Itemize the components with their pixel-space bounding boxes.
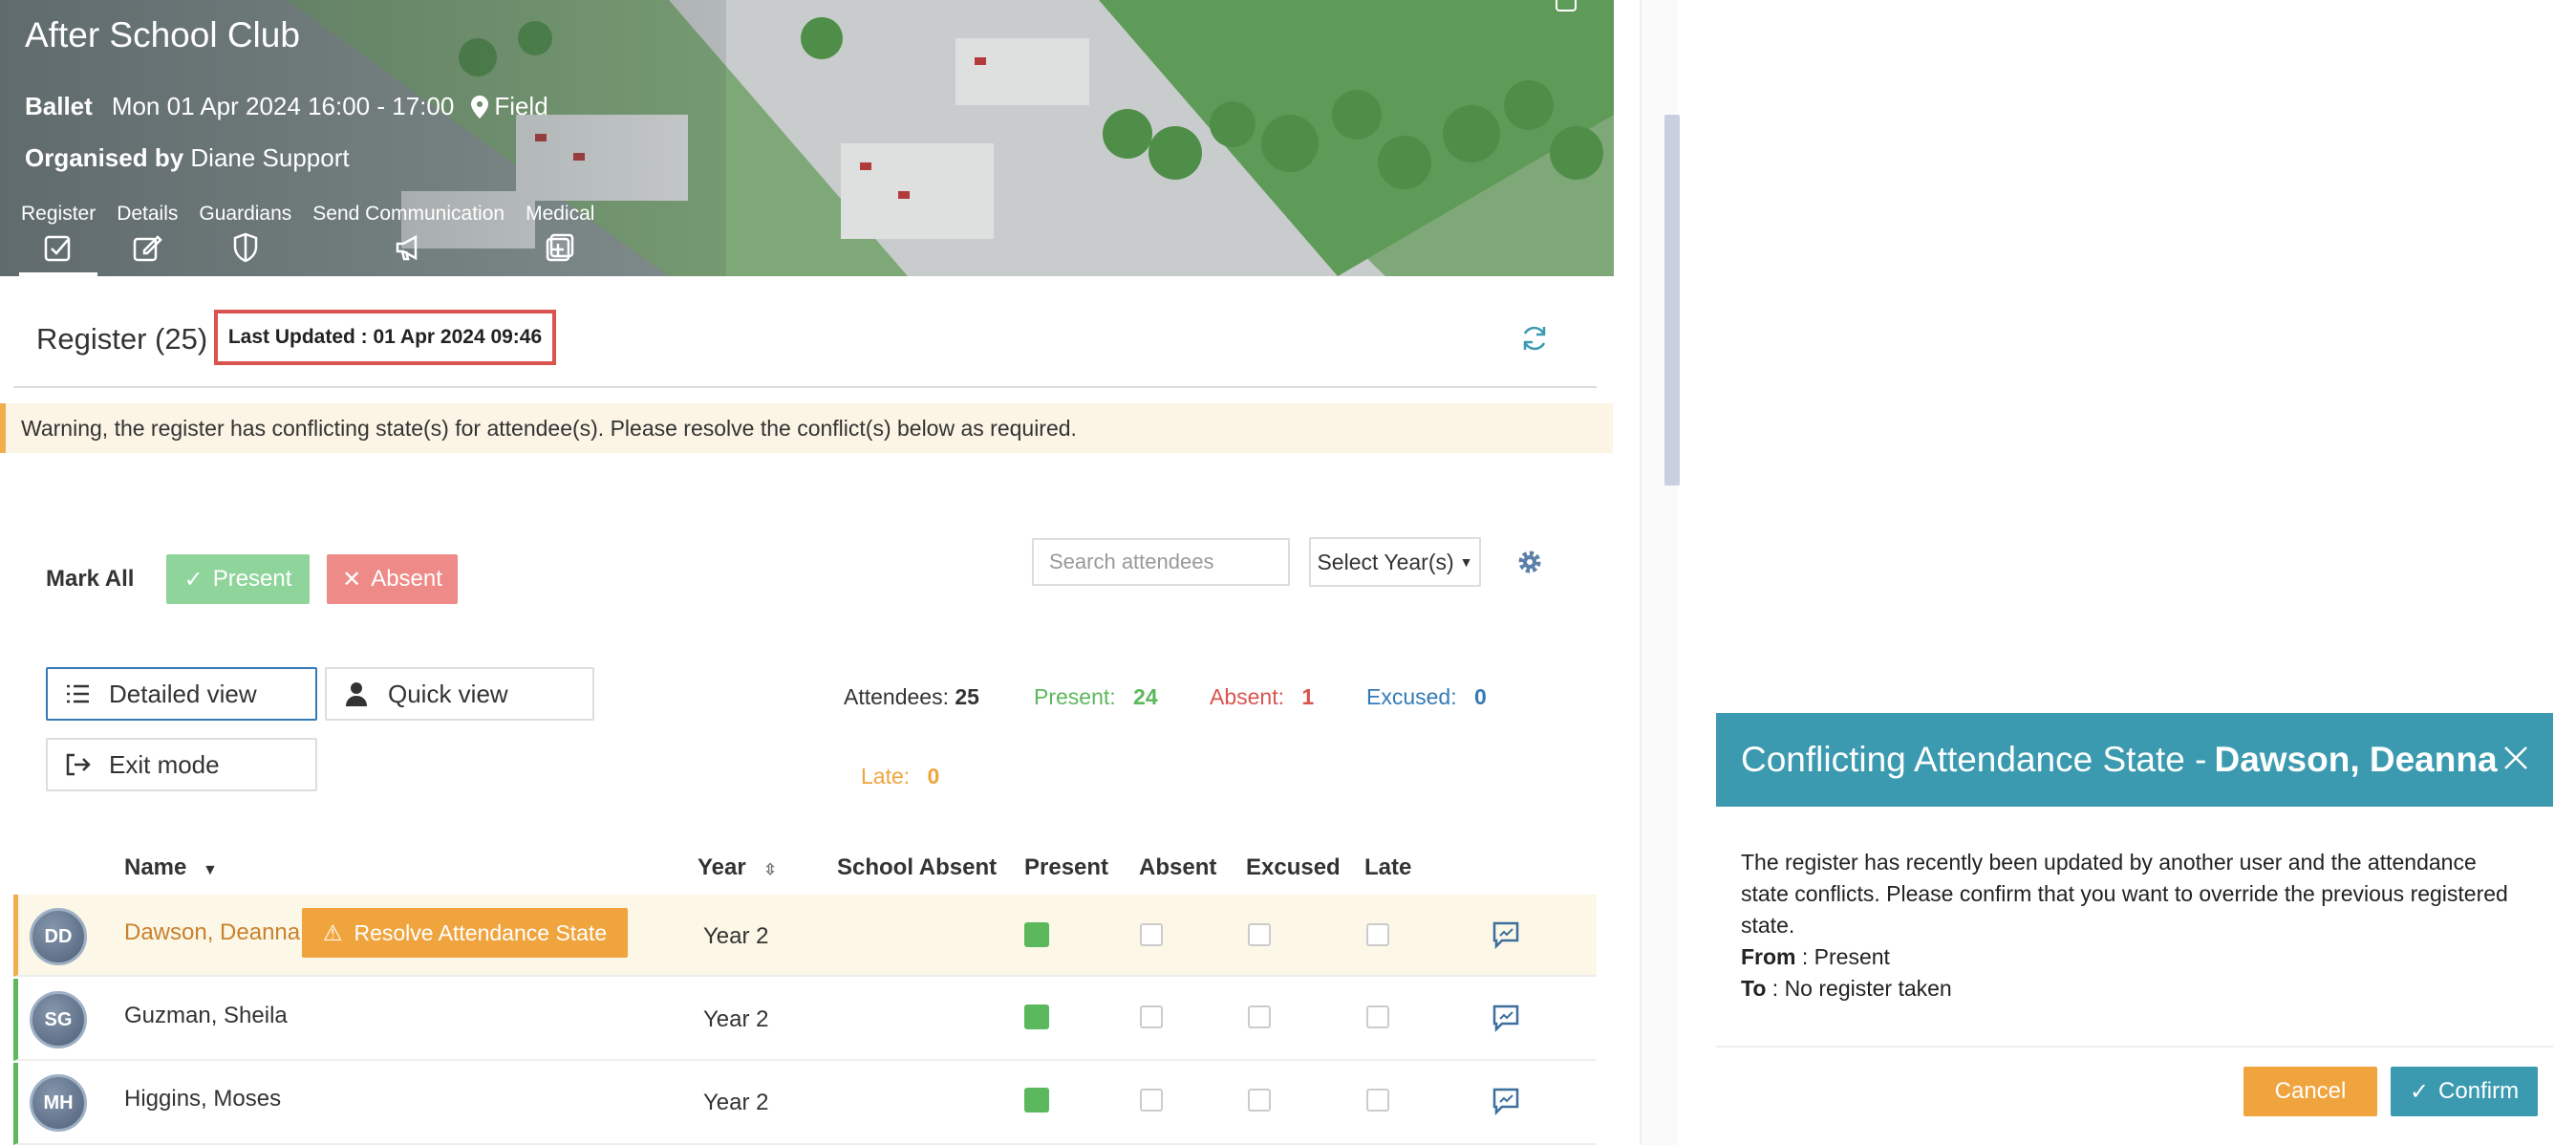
excused-checkbox[interactable] (1248, 1005, 1271, 1028)
gear-icon[interactable] (1515, 548, 1544, 576)
cancel-button[interactable]: Cancel (2243, 1067, 2377, 1116)
mark-all-absent-button[interactable]: ✕ Absent (327, 554, 458, 604)
year-select[interactable]: Select Year(s) ▼ (1309, 537, 1481, 587)
shield-icon (233, 232, 258, 263)
present-checkbox[interactable] (1024, 922, 1049, 947)
user-icon (346, 682, 367, 706)
stat-late: Late: 0 (861, 764, 940, 789)
conflict-dialog: Conflicting Attendance State - Dawson, D… (1716, 713, 2553, 1145)
megaphone-icon (396, 234, 417, 261)
organiser-name: Diane Support (190, 143, 350, 172)
close-icon[interactable] (2500, 742, 2532, 774)
tab-register[interactable]: Register (18, 203, 98, 276)
stat-excused: Excused: 0 (1366, 684, 1487, 709)
last-updated: Last Updated : 01 Apr 2024 09:46 (214, 310, 556, 365)
organiser: Organised by Diane Support (25, 143, 350, 173)
column-header-absent: Absent (1139, 854, 1217, 880)
detailed-view-button[interactable]: Detailed view (46, 667, 317, 721)
caret-down-icon: ▼ (1459, 554, 1473, 570)
comment-icon[interactable] (1491, 1003, 1521, 1033)
attendee-name[interactable]: Higgins, Moses (124, 1086, 281, 1113)
resolve-attendance-state-button[interactable]: ⚠ Resolve Attendance State (302, 908, 628, 958)
event-meta: Ballet Mon 01 Apr 2024 16:00 - 17:00 Fie… (25, 92, 548, 121)
organiser-prefix: Organised by (25, 143, 184, 172)
present-checkbox[interactable] (1024, 1005, 1049, 1029)
divider (13, 386, 1597, 388)
tab-medical[interactable]: Medical (526, 203, 594, 264)
expand-icon[interactable] (1556, 0, 1577, 11)
check-icon: ✓ (183, 566, 204, 593)
page-title: After School Club (25, 15, 300, 54)
stat-absent: Absent: 1 (1210, 684, 1315, 709)
column-header-excused: Excused (1246, 854, 1341, 880)
page: After School Club Ballet Mon 01 Apr 2024… (0, 0, 2576, 1145)
medical-icon (547, 233, 574, 262)
dialog-header: Conflicting Attendance State - Dawson, D… (1716, 713, 2553, 807)
stat-present: Present: 24 (1034, 684, 1158, 709)
edit-icon (134, 235, 163, 262)
avatar: SG (30, 991, 87, 1048)
divider (1716, 1046, 2553, 1048)
sort-icon: ⇳ (763, 862, 777, 878)
late-checkbox[interactable] (1366, 1089, 1389, 1112)
sign-out-icon (66, 753, 91, 776)
header-banner: After School Club Ballet Mon 01 Apr 2024… (0, 0, 1614, 276)
location-pin-icon (471, 95, 489, 119)
absent-checkbox[interactable] (1140, 1005, 1163, 1028)
register-title: Register (25) (36, 322, 208, 356)
absent-checkbox[interactable] (1140, 1089, 1163, 1112)
attendee-name[interactable]: Guzman, Sheila (124, 1003, 288, 1029)
dialog-body: The register has recently been updated b… (1741, 847, 2524, 1005)
column-header-school-absent: School Absent (837, 854, 998, 880)
check-icon: ✓ (2409, 1078, 2430, 1105)
dialog-title: Conflicting Attendance State - (1741, 740, 2207, 779)
event-location: Field (494, 92, 548, 120)
late-checkbox[interactable] (1366, 1005, 1389, 1028)
late-checkbox[interactable] (1366, 923, 1389, 946)
avatar: DD (30, 908, 87, 965)
activity-name: Ballet (25, 92, 93, 120)
sort-down-icon: ▼ (203, 862, 218, 878)
tab-guardians[interactable]: Guardians (199, 203, 291, 264)
comment-icon[interactable] (1491, 919, 1521, 950)
column-header-late: Late (1364, 854, 1412, 880)
list-icon (67, 684, 89, 703)
to-line: To : No register taken (1741, 976, 1952, 1001)
warning-icon: ⚠ (322, 919, 343, 945)
comment-icon[interactable] (1491, 1086, 1521, 1116)
dialog-title-name: Dawson, Deanna (2214, 740, 2498, 779)
quick-view-button[interactable]: Quick view (325, 667, 594, 721)
exit-mode-button[interactable]: Exit mode (46, 738, 317, 791)
absent-checkbox[interactable] (1140, 923, 1163, 946)
cross-icon: ✕ (342, 566, 362, 593)
mark-all-label: Mark All (46, 566, 135, 592)
mark-all-present-button[interactable]: ✓ Present (166, 554, 310, 604)
column-header-year[interactable]: Year ⇳ (698, 854, 777, 881)
attendee-year: Year 2 (703, 1006, 769, 1032)
refresh-icon[interactable] (1519, 323, 1550, 354)
avatar: MH (30, 1074, 87, 1132)
attendee-year: Year 2 (703, 1090, 769, 1115)
confirm-button[interactable]: ✓ Confirm (2391, 1067, 2538, 1116)
excused-checkbox[interactable] (1248, 923, 1271, 946)
from-line: From : Present (1741, 944, 1890, 969)
column-header-name[interactable]: Name ▼ (124, 854, 218, 881)
tab-details[interactable]: Details (117, 203, 178, 264)
stat-attendees: Attendees: 25 (844, 684, 979, 709)
excused-checkbox[interactable] (1248, 1089, 1271, 1112)
column-header-present: Present (1024, 854, 1109, 880)
attendee-name[interactable]: Dawson, Deanna (124, 919, 300, 946)
search-input[interactable]: Search attendees (1032, 538, 1290, 586)
conflict-warning: Warning, the register has conflicting st… (0, 403, 1613, 453)
attendee-year: Year 2 (703, 923, 769, 949)
checkbox-icon (44, 235, 71, 262)
present-checkbox[interactable] (1024, 1088, 1049, 1113)
event-datetime: Mon 01 Apr 2024 16:00 - 17:00 (111, 92, 455, 120)
header-tabs: Register Details Guardians Send Communic… (18, 203, 615, 276)
dialog-message: The register has recently been updated b… (1741, 850, 2508, 938)
tab-send-communication[interactable]: Send Communication (312, 203, 504, 264)
scrollbar-thumb[interactable] (1664, 115, 1680, 486)
